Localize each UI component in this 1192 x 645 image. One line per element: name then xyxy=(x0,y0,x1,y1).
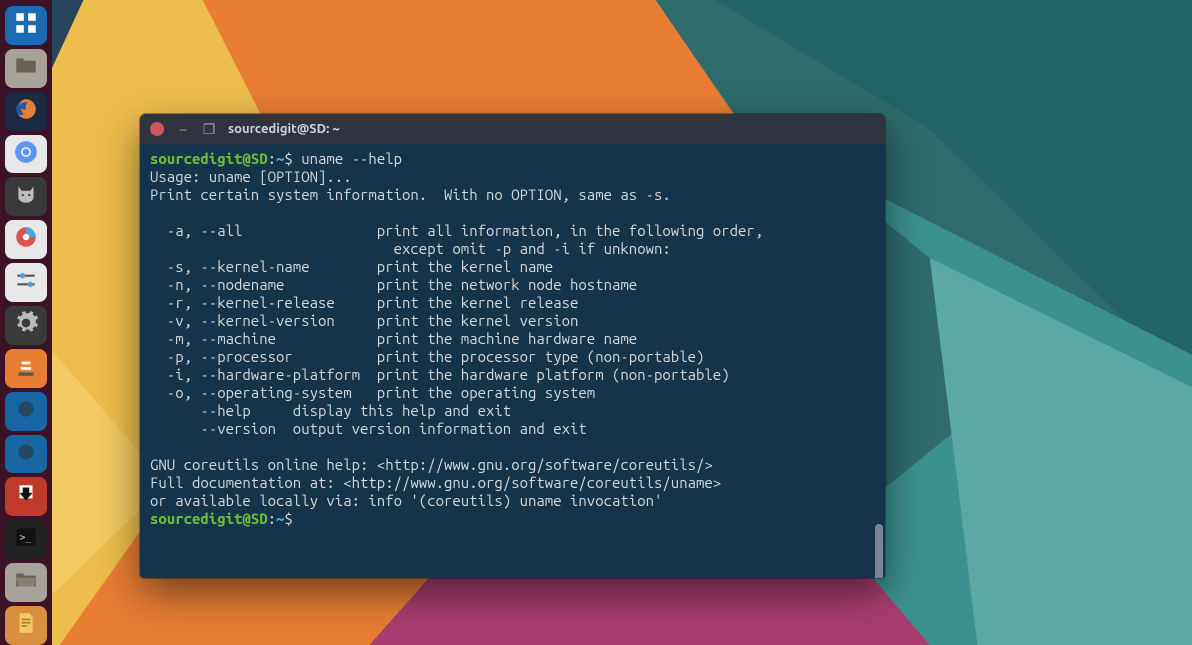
dock-files[interactable] xyxy=(5,49,47,88)
prompt-user-host: sourcedigit@SD xyxy=(150,150,268,167)
cat-icon xyxy=(13,181,39,212)
dock-chromium[interactable] xyxy=(5,135,47,174)
chromium-icon xyxy=(13,139,39,170)
window-title: sourcedigit@SD: ~ xyxy=(228,122,340,136)
command-text: uname --help xyxy=(301,150,402,167)
grid-icon xyxy=(13,10,39,41)
prompt-dollar: $ xyxy=(284,150,292,167)
gear-icon xyxy=(13,310,39,341)
window-titlebar[interactable]: – ❐ sourcedigit@SD: ~ xyxy=(140,114,885,144)
dock-document[interactable] xyxy=(5,606,47,645)
svg-text:>_: >_ xyxy=(20,532,32,543)
disk-pie-icon xyxy=(13,224,39,255)
terminal-icon: >_ xyxy=(13,524,39,555)
dock-settings[interactable] xyxy=(5,306,47,345)
close-icon[interactable] xyxy=(150,122,164,136)
dock-tweaks[interactable] xyxy=(5,263,47,302)
launcher-dock: >_ xyxy=(0,0,52,645)
arrow-down-icon xyxy=(13,481,39,512)
dock-transmission[interactable] xyxy=(5,477,47,516)
dock-terminal[interactable]: >_ xyxy=(5,520,47,559)
terminal-body[interactable]: sourcedigit@SD:~$ uname --help Usage: un… xyxy=(140,144,885,578)
circle-icon xyxy=(13,396,39,427)
dock-folder[interactable] xyxy=(5,563,47,602)
prompt-colon: : xyxy=(268,150,276,167)
prompt-dollar: $ xyxy=(284,510,292,527)
prompt-colon: : xyxy=(268,510,276,527)
terminal-scrollbar[interactable] xyxy=(875,524,883,578)
dock-app-blue-1[interactable] xyxy=(5,392,47,431)
vlc-cone-icon xyxy=(13,353,39,384)
document-icon xyxy=(13,610,39,641)
dock-firefox[interactable] xyxy=(5,92,47,131)
terminal-output: Usage: uname [OPTION]... Print certain s… xyxy=(150,168,763,509)
circle-icon xyxy=(13,439,39,470)
dock-vlc[interactable] xyxy=(5,349,47,388)
terminal-window[interactable]: – ❐ sourcedigit@SD: ~ sourcedigit@SD:~$ … xyxy=(140,114,885,578)
dock-clipboard-manager[interactable] xyxy=(5,177,47,216)
dock-app-blue-2[interactable] xyxy=(5,435,47,474)
folder-open-icon xyxy=(13,567,39,598)
prompt-user-host: sourcedigit@SD xyxy=(150,510,268,527)
dock-show-applications[interactable] xyxy=(5,6,47,45)
minimize-icon[interactable]: – xyxy=(176,121,190,137)
firefox-icon xyxy=(13,96,39,127)
maximize-icon[interactable]: ❐ xyxy=(202,121,216,138)
folder-icon xyxy=(13,53,39,84)
dock-disk-usage[interactable] xyxy=(5,220,47,259)
sliders-icon xyxy=(13,267,39,298)
